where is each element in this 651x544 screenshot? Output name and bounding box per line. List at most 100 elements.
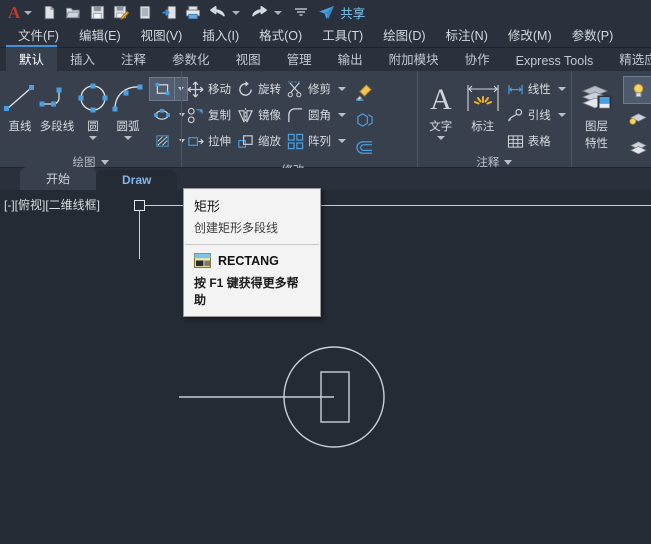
svg-text:A: A <box>430 83 452 115</box>
polyline-icon <box>38 79 76 117</box>
panel-annotation: A 文字 标注 线性 引线 表格 注释 <box>416 71 571 169</box>
table-icon <box>507 134 523 148</box>
tool-fillet[interactable]: 圆角 <box>284 102 349 128</box>
annotation-small-tools: 线性 引线 表格 <box>504 76 569 154</box>
tool-text[interactable]: A 文字 <box>420 76 462 140</box>
menu-item-modify[interactable]: 修改(M) <box>498 25 562 48</box>
menu-item-insert[interactable]: 插入(I) <box>192 25 249 48</box>
hatch-icon[interactable] <box>149 129 175 153</box>
tool-table[interactable]: 表格 <box>504 128 569 154</box>
file-tab-start[interactable]: 开始 <box>20 167 97 190</box>
ribbon-tab-collaborate[interactable]: 协作 <box>452 47 503 71</box>
undo-icon[interactable] <box>206 2 228 24</box>
tool-table-label: 表格 <box>527 136 551 148</box>
tool-text-caret-icon[interactable] <box>436 136 445 140</box>
crosshair-vertical <box>139 205 140 259</box>
export-icon[interactable] <box>158 2 180 24</box>
tool-array[interactable]: 阵列 <box>284 128 349 154</box>
panel-draw-body: 直线 多段线 圆 圆弧 <box>2 74 188 154</box>
stretch-icon <box>188 136 204 146</box>
tool-array-label: 阵列 <box>308 136 331 148</box>
menu-item-view[interactable]: 视图(V) <box>131 25 193 48</box>
tool-array-caret-icon[interactable] <box>338 139 346 143</box>
share-button[interactable]: 共享 <box>318 3 365 22</box>
tooltip-description: 创建矩形多段线 <box>194 221 279 235</box>
menu-item-tools[interactable]: 工具(T) <box>312 25 373 48</box>
ribbon-tab-express-tools[interactable]: Express Tools <box>503 52 607 71</box>
panel-layers-body: 图层 特性 <box>574 74 619 151</box>
ribbon-tab-parametric[interactable]: 参数化 <box>159 47 223 71</box>
panel-draw-expand-caret-icon[interactable] <box>100 159 109 165</box>
app-menu-logo[interactable]: A <box>4 4 22 21</box>
ribbon-tab-insert[interactable]: 插入 <box>57 47 108 71</box>
customize-qat-icon[interactable] <box>290 2 312 24</box>
panel-annotation-body: A 文字 标注 线性 引线 表格 <box>420 74 569 154</box>
ellipse-icon[interactable] <box>149 103 175 127</box>
ribbon-tab-featured-apps[interactable]: 精选应用 <box>606 47 651 71</box>
tool-rotate[interactable]: 旋转 <box>234 76 284 102</box>
tool-leader[interactable]: 引线 <box>504 102 569 128</box>
explode-icon[interactable] <box>349 106 379 134</box>
tool-scale-label: 缩放 <box>258 136 281 148</box>
ribbon-tab-output[interactable]: 输出 <box>325 47 376 71</box>
ribbon-tab-annotate[interactable]: 注释 <box>108 47 159 71</box>
match-properties-icon[interactable] <box>349 78 379 106</box>
layer-on-off-icon[interactable] <box>623 76 651 104</box>
tool-leader-caret-icon[interactable] <box>557 113 566 117</box>
tool-copy[interactable]: 复制 <box>184 102 234 128</box>
tool-linear-dimension-caret-icon[interactable] <box>557 87 566 91</box>
tool-arc-caret-icon[interactable] <box>124 136 132 140</box>
crosshair-pickbox <box>134 200 145 211</box>
rectangle-icon[interactable] <box>149 77 175 101</box>
layer-lock-icon[interactable] <box>623 132 651 160</box>
tool-dimension[interactable]: 标注 <box>462 76 504 134</box>
modify-col-1: 移动 复制 拉伸 <box>184 76 234 154</box>
menu-item-dimension[interactable]: 标注(N) <box>436 25 498 48</box>
copy-icon <box>187 107 203 123</box>
print-icon[interactable] <box>182 2 204 24</box>
ribbon-panel-area: 直线 多段线 圆 圆弧 绘图 移动 复制 拉伸 旋转 镜像 缩放 修剪 圆角 阵… <box>0 71 651 317</box>
tool-stretch[interactable]: 拉伸 <box>184 128 234 154</box>
layer-freeze-icon[interactable] <box>623 104 651 132</box>
save-icon[interactable] <box>86 2 108 24</box>
menu-item-edit[interactable]: 编辑(E) <box>69 25 131 48</box>
undo-dropdown-caret-icon[interactable] <box>232 10 241 15</box>
tool-mirror[interactable]: 镜像 <box>234 102 284 128</box>
ribbon-tab-view[interactable]: 视图 <box>223 47 274 71</box>
redo-icon[interactable] <box>248 2 270 24</box>
redo-dropdown-caret-icon[interactable] <box>274 10 283 15</box>
panel-annotation-expand-caret-icon[interactable] <box>504 159 513 165</box>
tool-text-label: 文字 <box>429 121 453 133</box>
open-file-icon[interactable] <box>62 2 84 24</box>
scale-icon <box>238 134 253 148</box>
menu-item-format[interactable]: 格式(O) <box>249 25 312 48</box>
offset-icon[interactable] <box>349 134 379 162</box>
tool-linear-dimension[interactable]: 线性 <box>504 76 569 102</box>
plot-preview-icon[interactable] <box>134 2 156 24</box>
ribbon-tab-home[interactable]: 默认 <box>6 45 58 71</box>
tooltip-rectangle: 矩形 创建矩形多段线 RECTANG 按 F1 键获得更多帮助 <box>183 188 321 317</box>
arc-icon <box>110 79 146 117</box>
tool-circle-caret-icon[interactable] <box>89 136 97 140</box>
tool-trim-caret-icon[interactable] <box>338 87 346 91</box>
tool-fillet-caret-icon[interactable] <box>338 113 346 117</box>
tool-arc[interactable]: 圆弧 <box>110 76 146 140</box>
modify-side-icons <box>349 76 379 162</box>
ribbon-tab-addins[interactable]: 附加模块 <box>376 47 452 71</box>
tool-stretch-label: 拉伸 <box>208 136 231 148</box>
new-file-icon[interactable] <box>38 2 60 24</box>
tool-trim[interactable]: 修剪 <box>284 76 349 102</box>
drawing-canvas[interactable]: [-][俯视][二维线框] <box>0 190 651 544</box>
file-tab-drawing[interactable]: Draw <box>96 170 178 190</box>
tool-circle[interactable]: 圆 <box>76 76 110 140</box>
tool-scale[interactable]: 缩放 <box>234 128 284 154</box>
tool-polyline[interactable]: 多段线 <box>38 76 76 134</box>
app-menu-caret-icon[interactable] <box>24 10 33 15</box>
menu-item-draw[interactable]: 绘图(D) <box>373 25 435 48</box>
tool-move[interactable]: 移动 <box>184 76 234 102</box>
ribbon-tab-manage[interactable]: 管理 <box>274 47 325 71</box>
tool-line[interactable]: 直线 <box>2 76 38 134</box>
save-as-icon[interactable] <box>110 2 132 24</box>
menu-item-parametric[interactable]: 参数(P) <box>562 25 624 48</box>
tool-layer-properties[interactable]: 图层 特性 <box>574 76 619 151</box>
